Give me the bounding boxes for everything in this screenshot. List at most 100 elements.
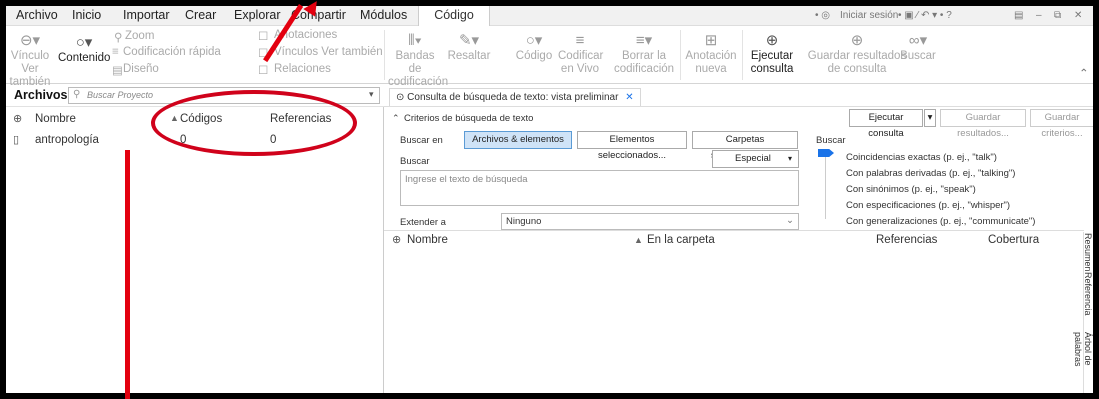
search-icon: ⚲ — [73, 89, 81, 100]
search-text-placeholder: Ingrese el texto de búsqueda — [405, 174, 528, 185]
chevron-down-icon: ⌄ — [786, 215, 794, 226]
restore-icon[interactable]: ⧉ — [1054, 6, 1061, 26]
menu-importar[interactable]: Importar — [123, 6, 170, 26]
guardar-label: Guardar resultados de consulta — [807, 50, 907, 75]
ejecutar-consulta-small-button[interactable]: Ejecutar consulta — [849, 109, 923, 139]
results-header-carpeta[interactable]: En la carpeta — [647, 234, 715, 246]
menu-inicio[interactable]: Inicio — [72, 6, 101, 26]
slider-handle-icon[interactable] — [818, 149, 834, 157]
borrar-codificacion-button[interactable]: ≡▾ Borrar la codificación — [612, 32, 676, 76]
extender-value: Ninguno — [506, 216, 542, 227]
expand-all-icon[interactable]: ⊕ — [13, 112, 22, 125]
codigo-button[interactable]: ○▾ Código — [514, 32, 554, 63]
results-header-cobertura[interactable]: Cobertura — [988, 234, 1039, 246]
option-generalizaciones[interactable]: Con generalizaciones (p. ej., "communica… — [846, 216, 1035, 227]
collapse-criteria-icon[interactable]: ⌃ — [392, 113, 400, 124]
expand-results-icon[interactable]: ⊕ — [392, 233, 401, 246]
borrar-label: Borrar la codificación — [613, 50, 675, 75]
option-especificaciones[interactable]: Con especificaciones (p. ej., "whisper") — [846, 200, 1010, 211]
contenido-label: Contenido — [58, 52, 111, 64]
ribbon: ⊖▾ Vínculo Ver también ○▾ Contenido ⚲ Zo… — [6, 26, 1093, 88]
codificar-vivo-button[interactable]: ≡ Codificar en Vivo — [558, 32, 604, 76]
guardar-criterios-button[interactable]: Guardar criterios... — [1030, 109, 1093, 139]
search-text-field[interactable]: Ingrese el texto de búsqueda — [400, 170, 799, 206]
query-icon: ⊕ — [765, 32, 779, 49]
tab-resumen[interactable]: Resumen — [1079, 233, 1093, 272]
zoom-button[interactable]: Zoom — [125, 30, 154, 42]
ribbon-separator — [384, 30, 385, 80]
tab-consulta-label: Consulta de búsqueda de texto: vista pre… — [407, 92, 619, 103]
menu-crear[interactable]: Crear — [185, 6, 216, 26]
tab-consulta[interactable]: ⊙ Consulta de búsqueda de texto: vista p… — [389, 88, 641, 106]
guardar-resultados-small-button[interactable]: Guardar resultados... — [940, 109, 1026, 139]
diseno-icon: ▤ — [112, 65, 123, 77]
codificar-vivo-label: Codificar en Vivo — [558, 50, 604, 75]
chevron-down-icon[interactable]: ▾ — [369, 89, 374, 100]
scope-archivos-button[interactable]: Archivos & elementos — [464, 131, 572, 149]
especial-label: Especial — [735, 153, 771, 164]
anotacion-nueva-button[interactable]: ⊞ Anotación nueva — [684, 32, 738, 76]
row-nombre: antropología — [35, 134, 99, 146]
menu-modulos[interactable]: Módulos — [360, 6, 407, 26]
bandas-label: Bandas de codificación — [388, 50, 449, 88]
relaciones-checkbox[interactable]: ☐ — [258, 63, 268, 77]
ejecutar-consulta-button[interactable]: ⊕ Ejecutar consulta — [748, 32, 796, 76]
bandas-button[interactable]: ⫴▾ Bandas de codificación — [388, 32, 448, 89]
annotation-ellipse — [151, 90, 357, 156]
scope-elementos-button[interactable]: Elementos seleccionados... — [577, 131, 687, 161]
codificacion-rapida-icon: ≡ — [112, 46, 119, 58]
diseno-button[interactable]: Diseño — [123, 63, 159, 75]
ribbon-separator — [680, 30, 681, 80]
collapse-ribbon-icon[interactable]: ⌃ — [1079, 66, 1089, 80]
results-header-referencias[interactable]: Referencias — [876, 234, 937, 246]
code-icon: ○▾ — [525, 32, 543, 49]
quick-access-icons[interactable]: • ▣ ⁄ ↶ ▾ • ? — [898, 6, 952, 26]
ribbon-options-icon[interactable]: ▤ — [1014, 6, 1023, 26]
especial-dropdown[interactable]: Especial ▾ — [712, 150, 799, 168]
option-exactas[interactable]: Coincidencias exactas (p. ej., "talk") — [846, 152, 997, 163]
tab-arbol-palabras[interactable]: Árbol de palabras — [1073, 318, 1093, 380]
anotaciones-checkbox[interactable]: ☐ — [258, 29, 268, 43]
codificacion-rapida-button[interactable]: Codificación rápida — [123, 46, 221, 58]
vinculos-label: Vínculos Ver también — [274, 46, 383, 58]
sort-up-icon: ▲ — [634, 235, 643, 245]
menu-codigo[interactable]: Código — [418, 6, 490, 26]
option-track — [825, 151, 826, 219]
document-icon: ▯ — [13, 134, 20, 146]
criteria-label: Criterios de búsqueda de texto — [404, 113, 534, 124]
query-tab-icon: ⊙ — [396, 92, 408, 103]
option-derivadas[interactable]: Con palabras derivadas (p. ej., "talking… — [846, 168, 1015, 179]
anotacion-icon: ⊞ — [704, 32, 718, 49]
menu-bar: Archivo Inicio Importar Crear Explorar C… — [6, 6, 1093, 26]
minimize-icon[interactable]: – — [1036, 6, 1042, 26]
results-header-nombre[interactable]: Nombre — [407, 234, 448, 246]
relaciones-label: Relaciones — [274, 63, 331, 75]
save-results-icon: ⊕ — [850, 32, 864, 49]
run-dropdown-icon[interactable]: ▾ — [924, 109, 936, 127]
annotation-vertical-line — [125, 150, 130, 399]
buscar-options-label: Buscar — [816, 135, 846, 146]
tab-referencia[interactable]: Referencia — [1079, 272, 1093, 316]
codificar-vivo-icon: ≡ — [575, 32, 585, 49]
scope-carpetas-button[interactable]: Carpetas seleccionadas... — [692, 131, 798, 161]
menu-archivo[interactable]: Archivo — [16, 6, 58, 26]
buscar-button[interactable]: ∞▾ Buscar — [896, 32, 940, 63]
option-sinonimos[interactable]: Con sinónimos (p. ej., "speak") — [846, 184, 976, 195]
chevron-down-icon: ▾ — [787, 154, 792, 163]
menu-explorar[interactable]: Explorar — [234, 6, 281, 26]
close-icon[interactable]: ✕ — [1074, 6, 1082, 26]
resaltar-button[interactable]: ✎▾ Resaltar — [444, 32, 494, 63]
header-nombre[interactable]: Nombre — [35, 113, 76, 125]
resaltar-label: Resaltar — [447, 50, 491, 62]
contenido-button[interactable]: ○▾ Contenido — [58, 34, 110, 65]
signin-link[interactable]: Iniciar sesión — [840, 6, 898, 26]
vinculo-button[interactable]: ⊖▾ Vínculo Ver también — [8, 32, 52, 89]
borrar-icon: ≡▾ — [635, 32, 653, 49]
signin-icon[interactable]: • ◎ — [815, 6, 830, 26]
zoom-icon: ⚲ — [114, 32, 123, 44]
close-tab-icon[interactable]: ✕ — [625, 92, 633, 103]
vinculo-label: Vínculo Ver también — [9, 50, 51, 88]
extender-select[interactable]: Ninguno ⌄ — [501, 213, 799, 230]
ribbon-separator — [742, 30, 743, 80]
guardar-resultados-button[interactable]: ⊕ Guardar resultados de consulta — [804, 32, 910, 76]
